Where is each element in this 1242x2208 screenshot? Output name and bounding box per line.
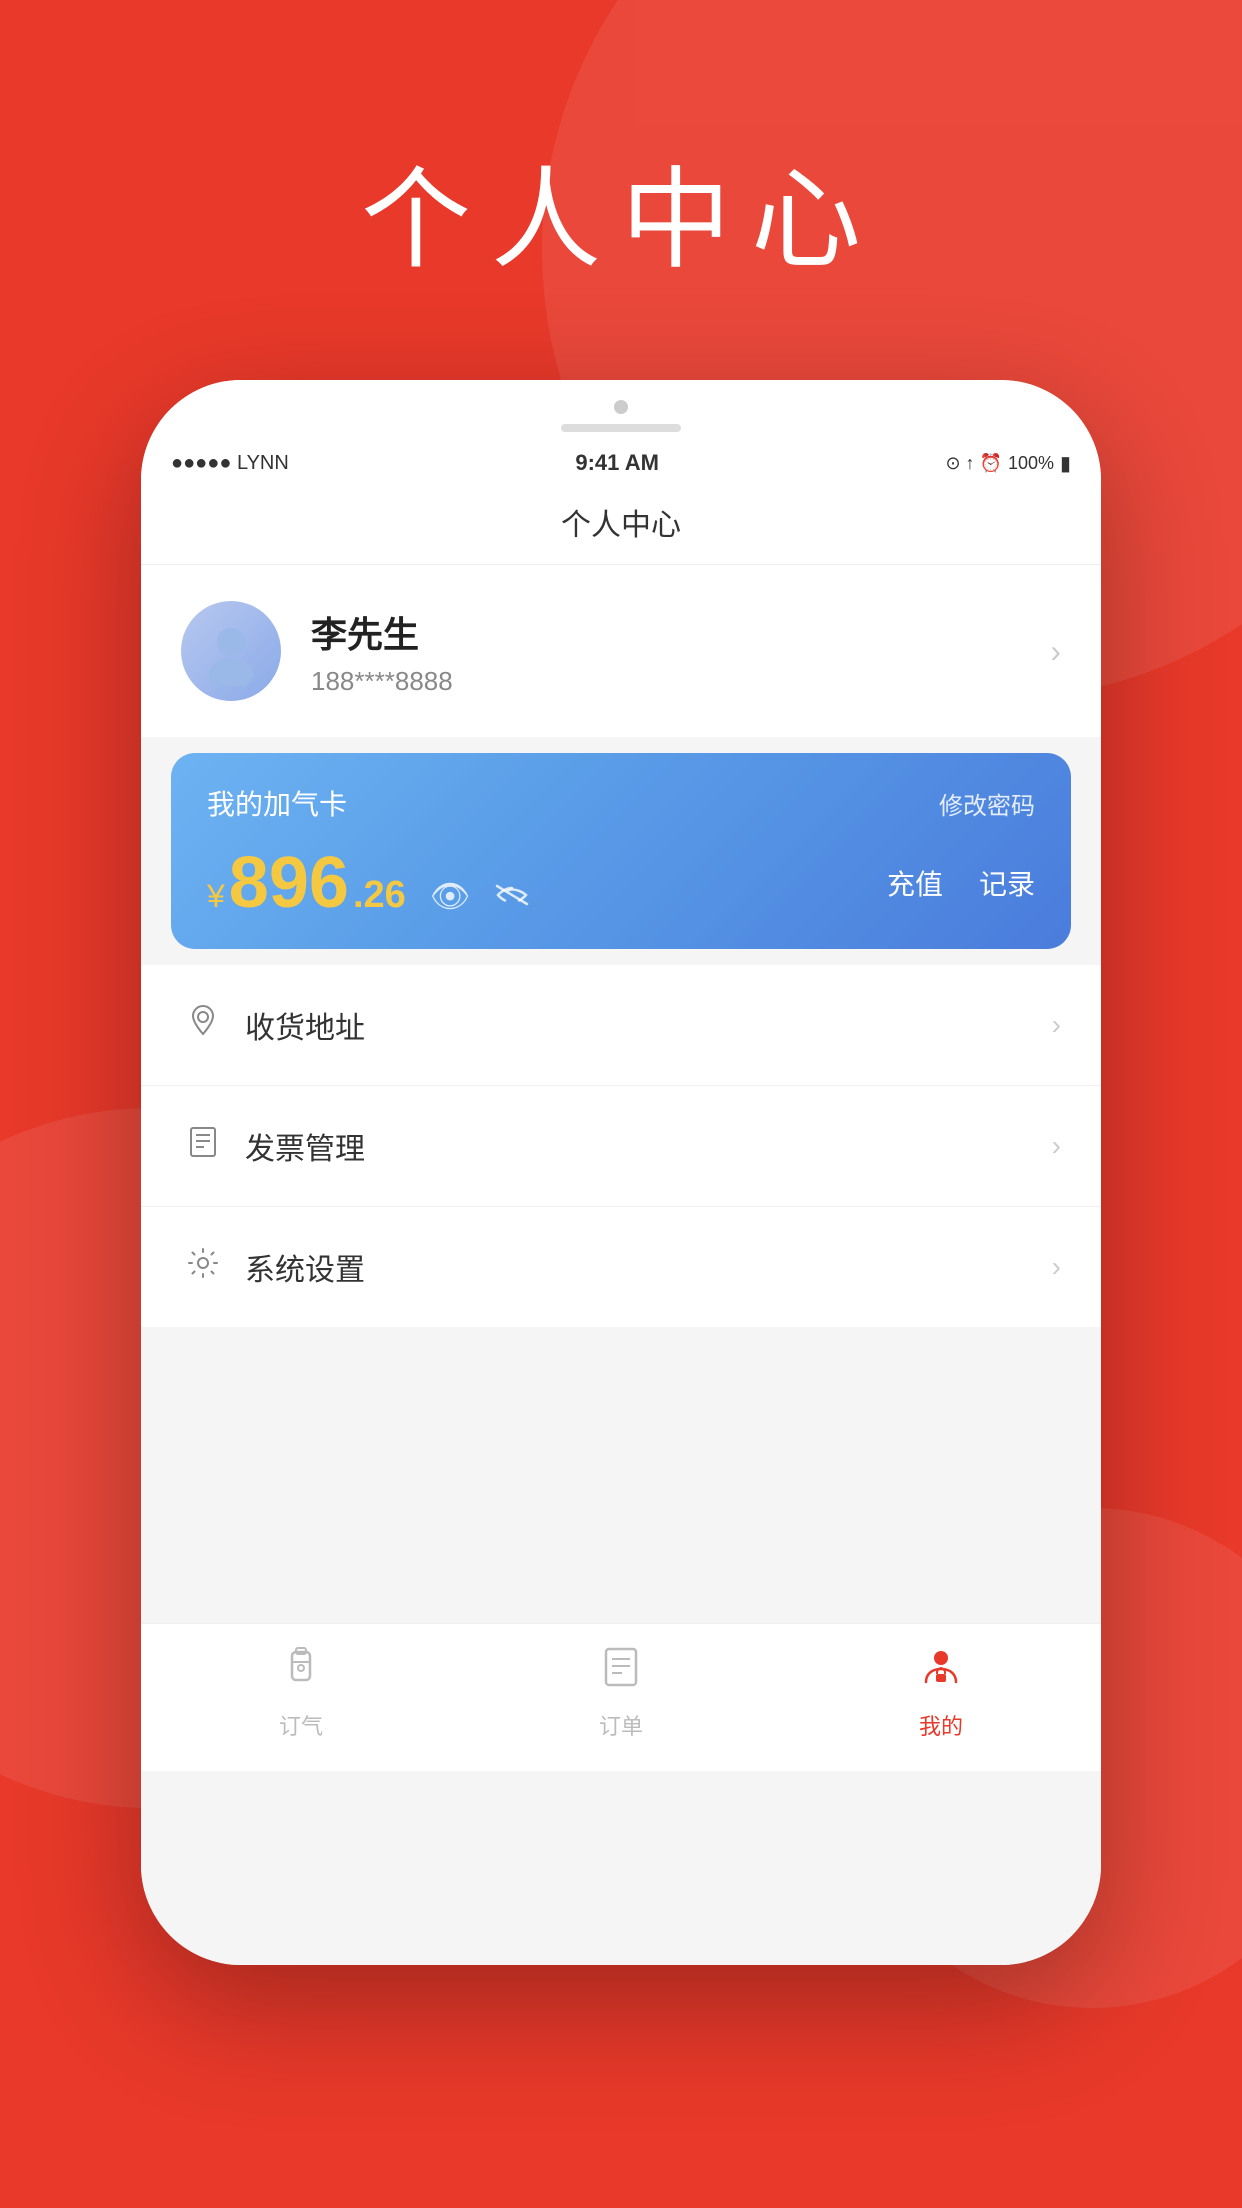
status-battery: 100% [1008,453,1054,474]
menu-item-invoice[interactable]: 发票管理 › [141,1086,1101,1207]
status-right: ⊙ ↑ ⏰ 100% ▮ [945,451,1071,476]
invoice-icon [181,1125,225,1168]
content-spacer [141,1343,1101,1623]
user-phone: 188****8888 [311,666,1020,697]
tab-order-gas[interactable]: 订气 [278,1644,324,1741]
gas-card-balance: ¥ 896 .26 👁 [207,847,530,919]
status-icons: ⊙ ↑ ⏰ [945,453,1002,474]
address-chevron-icon: › [1052,1009,1061,1041]
menu-item-settings[interactable]: 系统设置 › [141,1207,1101,1327]
user-section[interactable]: 李先生 188****8888 › [141,565,1101,737]
orders-icon [598,1644,644,1701]
user-avatar [181,601,281,701]
gas-bottle-icon [278,1644,324,1701]
app-content: 李先生 188****8888 › 我的加气卡 修改密码 ¥ 896 .26 👁 [141,565,1101,1965]
status-time: 9:41 AM [575,450,659,476]
phone-mockup: ●●●●● LYNN 9:41 AM ⊙ ↑ ⏰ 100% ▮ 个人中心 李先生… [141,380,1101,1965]
gas-card-header: 我的加气卡 修改密码 [207,783,1035,823]
menu-section: 收货地址 › 发票管理 › [141,965,1101,1327]
balance-visibility-icons: 👁 [430,877,531,915]
nav-title: 个人中心 [561,509,681,542]
status-carrier: ●●●●● LYNN [171,452,289,475]
recharge-button[interactable]: 充值 [887,863,943,903]
gas-card-title: 我的加气卡 [207,783,347,823]
tab-profile[interactable]: 我的 [918,1644,964,1741]
settings-chevron-icon: › [1052,1251,1061,1283]
user-info: 李先生 188****8888 [311,606,1020,697]
user-chevron-icon: › [1050,633,1061,670]
tab-orders-label: 订单 [599,1709,643,1741]
gas-card-change-password[interactable]: 修改密码 [939,786,1035,821]
phone-top [141,380,1101,442]
nav-header: 个人中心 [141,484,1101,565]
balance-main: 896 [229,847,349,919]
user-name: 李先生 [311,606,1020,658]
settings-icon [181,1246,225,1289]
menu-item-address[interactable]: 收货地址 › [141,965,1101,1086]
profile-icon [918,1644,964,1701]
location-icon [181,1004,225,1047]
tab-order-gas-label: 订气 [279,1709,323,1741]
tab-orders[interactable]: 订单 [598,1644,644,1741]
gas-card-body: ¥ 896 .26 👁 [207,847,1035,919]
page-title: 个人中心 [0,130,1242,290]
phone-camera [614,400,628,414]
gas-card: 我的加气卡 修改密码 ¥ 896 .26 👁 [171,753,1071,949]
record-button[interactable]: 记录 [979,863,1035,903]
gas-card-actions: 充值 记录 [887,863,1035,903]
invoice-label: 发票管理 [245,1124,1032,1168]
invoice-chevron-icon: › [1052,1130,1061,1162]
eye-slash-icon[interactable] [494,878,530,915]
battery-bar-icon: ▮ [1060,451,1071,476]
balance-cents: .26 [353,874,406,917]
balance-symbol: ¥ [207,878,225,915]
phone-speaker [561,424,681,432]
address-label: 收货地址 [245,1003,1032,1047]
page-title-area: 个人中心 [0,130,1242,290]
eye-icon[interactable]: 👁 [430,877,471,915]
tab-bar: 订气 订单 [141,1623,1101,1771]
tab-profile-label: 我的 [919,1709,963,1741]
status-bar: ●●●●● LYNN 9:41 AM ⊙ ↑ ⏰ 100% ▮ [141,442,1101,484]
settings-label: 系统设置 [245,1245,1032,1289]
